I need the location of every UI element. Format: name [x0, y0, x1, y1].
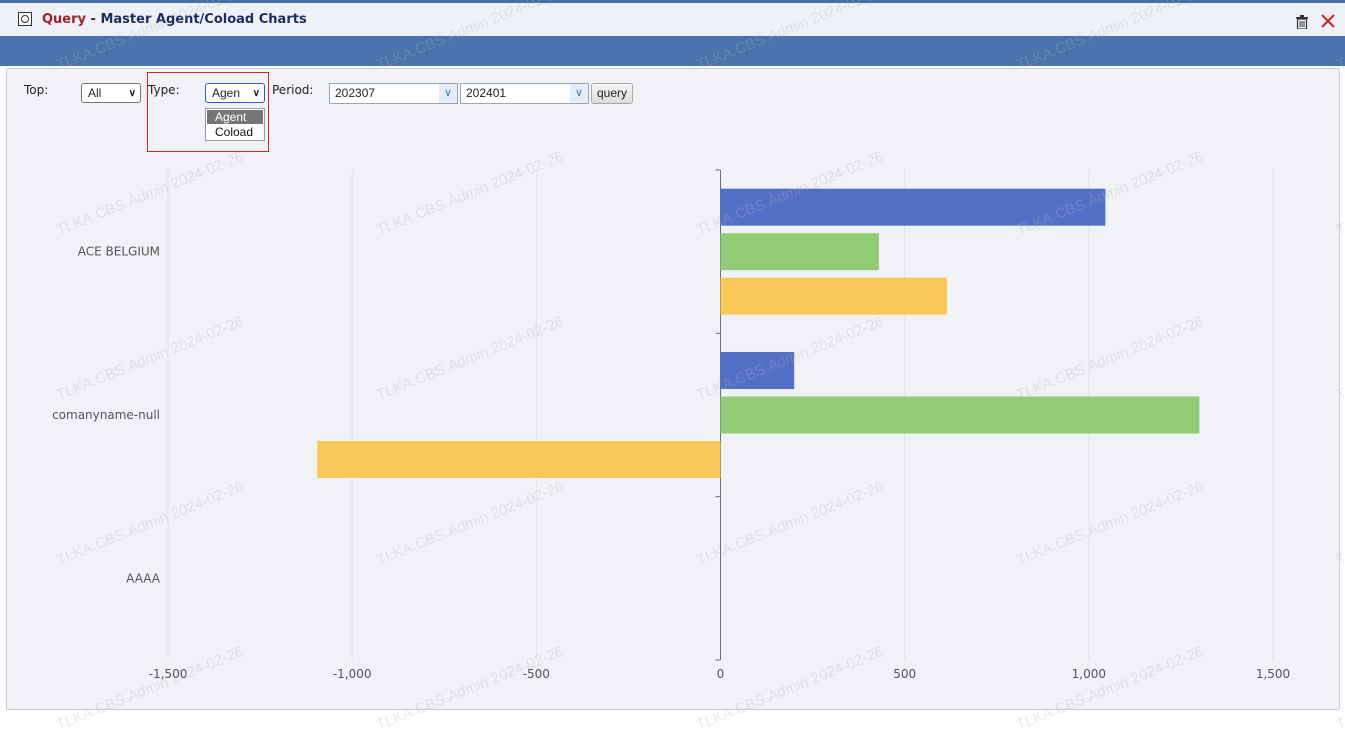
bar-series-2: [720, 233, 879, 271]
bar-series-1: [720, 188, 1106, 226]
x-tick-label: 0: [717, 667, 725, 681]
bar-series-3: [720, 277, 948, 315]
category-label: comanyname-null: [52, 408, 160, 422]
bar-series-3: [317, 441, 721, 478]
x-tick-label: 1,000: [1072, 667, 1106, 681]
category-label: ACE BELGIUM: [78, 245, 160, 259]
category-label: AAAA: [126, 571, 161, 585]
x-tick-label: -1,500: [149, 667, 188, 681]
bar-series-1: [720, 352, 795, 389]
bar-series-2: [720, 396, 1200, 434]
x-tick-label: 1,500: [1256, 667, 1290, 681]
x-tick-label: 500: [893, 667, 916, 681]
agent-coload-bar-chart: AAAA comanyname-null ACE BELGIUM -1,500 -1,0…: [52, 169, 1290, 681]
x-tick-label: -1,000: [333, 667, 372, 681]
x-tick-label: -500: [523, 667, 550, 681]
